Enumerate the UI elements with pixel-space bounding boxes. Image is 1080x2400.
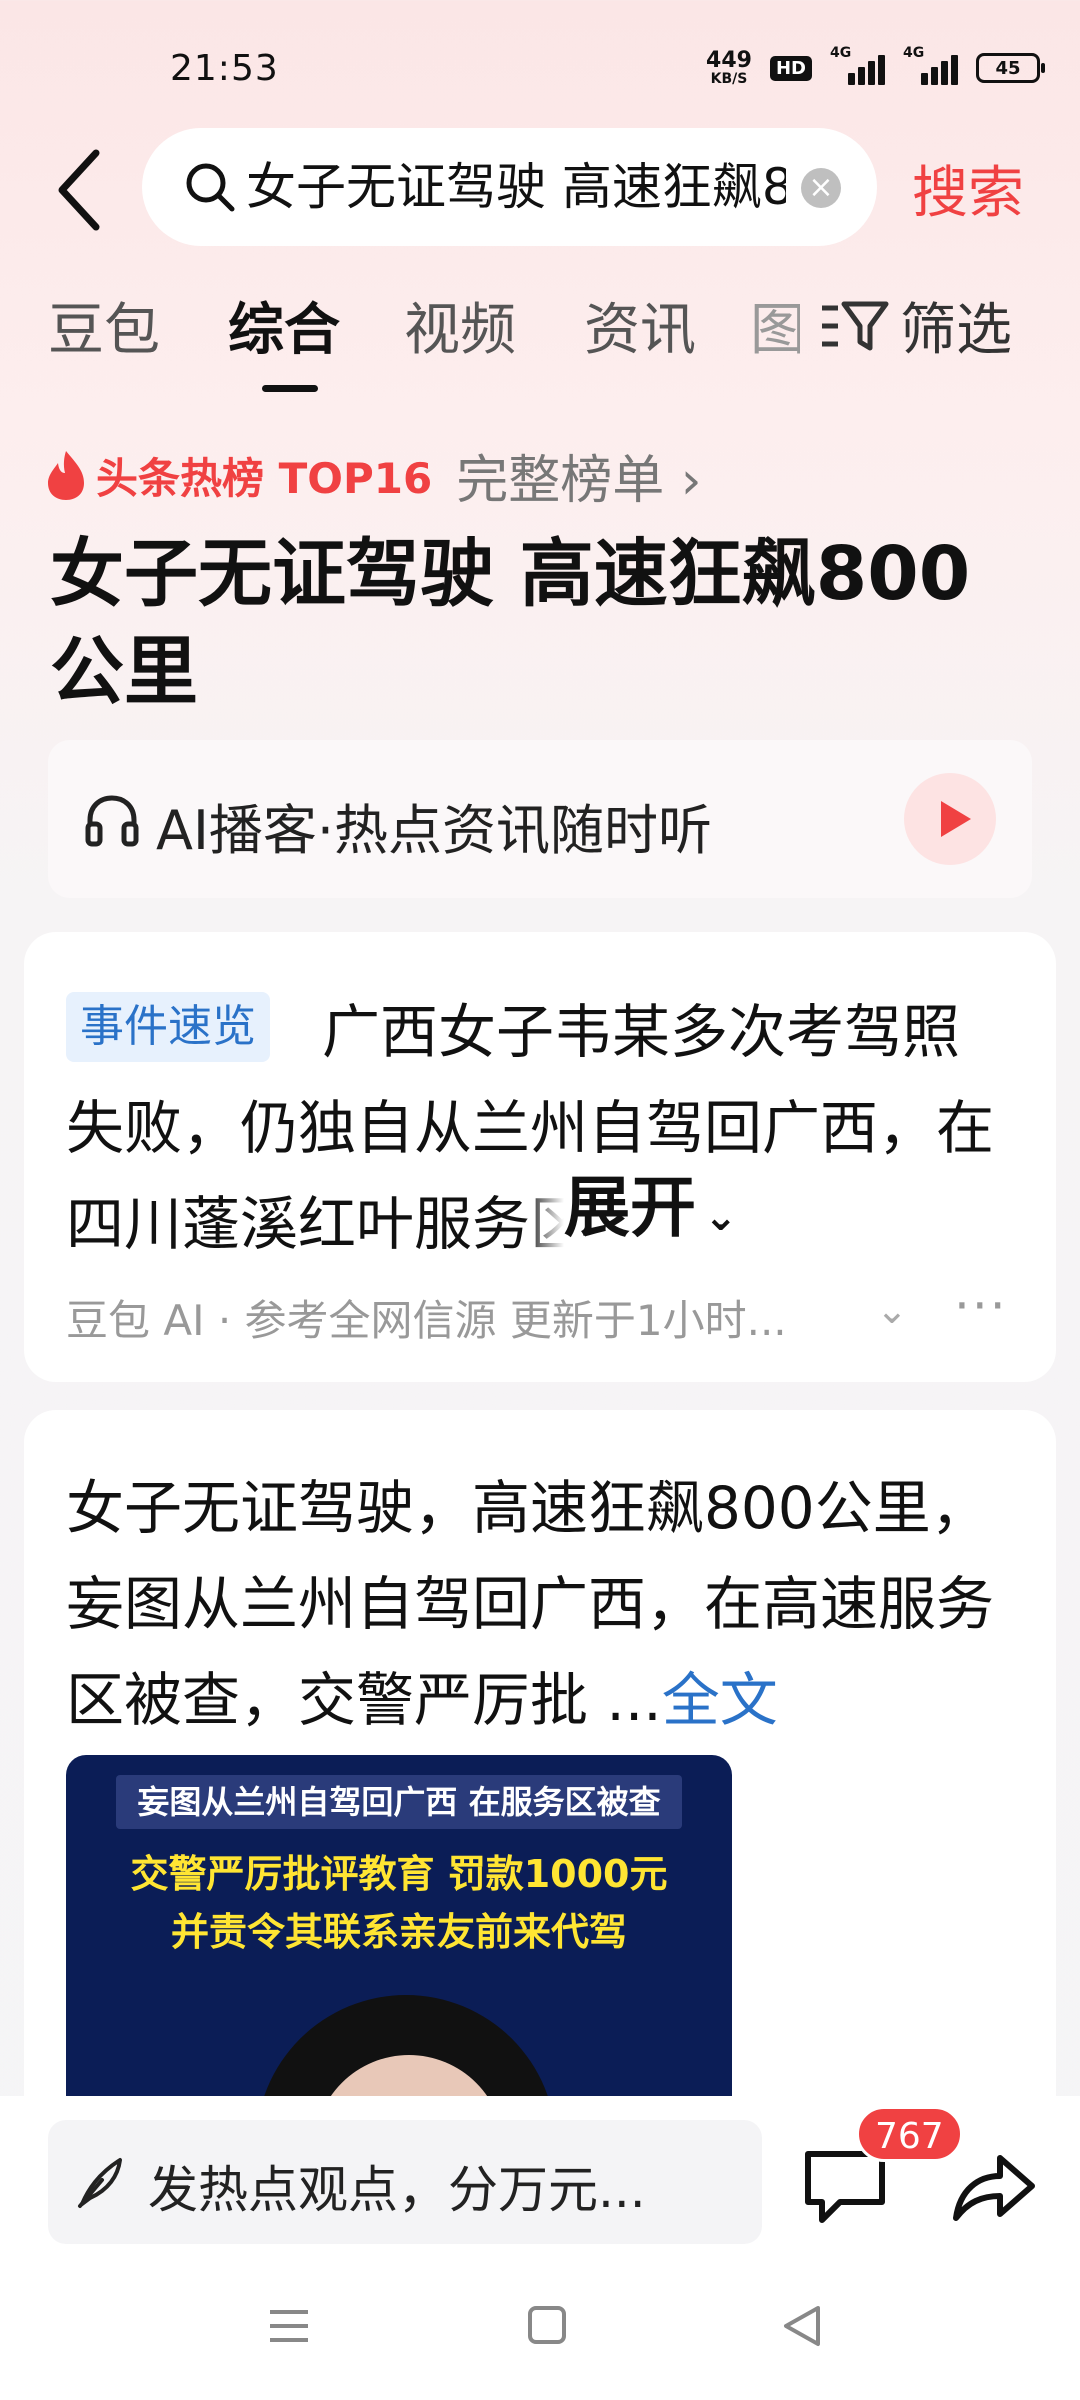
- battery-icon: 45: [976, 53, 1045, 83]
- status-bar: 21:53 449 KB/S HD 4G 4G 45: [0, 0, 1080, 130]
- hd-icon: HD: [769, 55, 812, 81]
- signal-icon: 4G: [830, 45, 885, 85]
- back-arrow-icon[interactable]: [50, 145, 110, 235]
- active-tab-indicator: [262, 385, 318, 392]
- headphones-icon: [85, 795, 139, 847]
- source-meta: 豆包 AI · 参考全网信源 更新于1小时...: [66, 1296, 787, 1345]
- event-tag: 事件速览: [66, 992, 270, 1062]
- hot-rank-label: 头条热榜 TOP16: [96, 453, 433, 503]
- tab-image-partial[interactable]: 图: [750, 285, 800, 375]
- tab-video[interactable]: 视频: [404, 285, 516, 366]
- play-icon[interactable]: [904, 773, 996, 865]
- filter-button[interactable]: 筛选: [820, 285, 1012, 366]
- back-icon[interactable]: [780, 2304, 824, 2348]
- video-caption: 交警严厉批评教育 罚款1000元 并责令其联系亲友前来代驾: [130, 1852, 668, 1954]
- video-caption-top: 妄图从兰州自驾回广西 在服务区被查: [116, 1775, 682, 1829]
- tab-general[interactable]: 综合: [228, 285, 340, 366]
- clear-icon[interactable]: ×: [801, 168, 841, 208]
- full-text-link[interactable]: 全文: [662, 1666, 778, 1734]
- comment-input[interactable]: 发热点观点，分万元...: [48, 2120, 762, 2244]
- hot-list-row[interactable]: 头条热榜 TOP16 完整榜单 ›: [46, 443, 702, 511]
- status-icons: 449 KB/S HD 4G 4G 45: [706, 44, 1045, 92]
- tab-news[interactable]: 资讯: [584, 285, 696, 366]
- status-time: 21:53: [170, 48, 279, 89]
- menu-icon[interactable]: [268, 2306, 310, 2346]
- chevron-down-icon[interactable]: ⌄: [876, 1288, 908, 1332]
- page-title: 女子无证驾驶 高速狂飙800公里: [50, 531, 971, 715]
- signal-icon-2: 4G: [903, 45, 958, 85]
- share-icon[interactable]: [948, 2140, 1038, 2230]
- home-icon[interactable]: [528, 2306, 566, 2344]
- system-nav-bar: [0, 2290, 1080, 2370]
- pen-icon: [78, 2158, 122, 2208]
- search-input[interactable]: 女子无证驾驶 高速狂飙800公里 ×: [142, 128, 877, 246]
- network-speed: 449 KB/S: [706, 48, 752, 87]
- event-summary-card[interactable]: 广西女子韦某多次考驾照失败，仍独自从兰州自驾回广西，在四川蓬溪红叶服务区被查 事…: [24, 932, 1056, 1382]
- full-list-link[interactable]: 完整榜单 ›: [456, 438, 701, 513]
- filter-icon: [822, 301, 889, 350]
- flame-icon: [48, 451, 84, 500]
- more-options-icon[interactable]: ···: [954, 1277, 1008, 1335]
- ai-podcast-card[interactable]: AI播客·热点资讯随时听: [48, 740, 1032, 898]
- comment-placeholder: 发热点观点，分万元...: [148, 2161, 646, 2219]
- post-text: 女子无证驾驶，高速狂飙800公里，妄图从兰州自驾回广西，在高速服务区被查，交警严…: [66, 1474, 995, 1734]
- search-query[interactable]: 女子无证驾驶 高速狂飙800公里: [246, 156, 786, 218]
- chevron-down-icon: ⌄: [704, 1194, 738, 1240]
- bottom-action-bar: 发热点观点，分万元... 767: [0, 2096, 1080, 2400]
- tab-doubao[interactable]: 豆包: [48, 285, 160, 366]
- search-button[interactable]: 搜索: [912, 148, 1024, 229]
- ai-podcast-label: AI播客·热点资讯随时听: [156, 799, 713, 862]
- comment-count-badge: 767: [856, 2106, 963, 2162]
- expand-button[interactable]: 展开 ⌄: [524, 1160, 738, 1256]
- search-icon: [186, 163, 235, 212]
